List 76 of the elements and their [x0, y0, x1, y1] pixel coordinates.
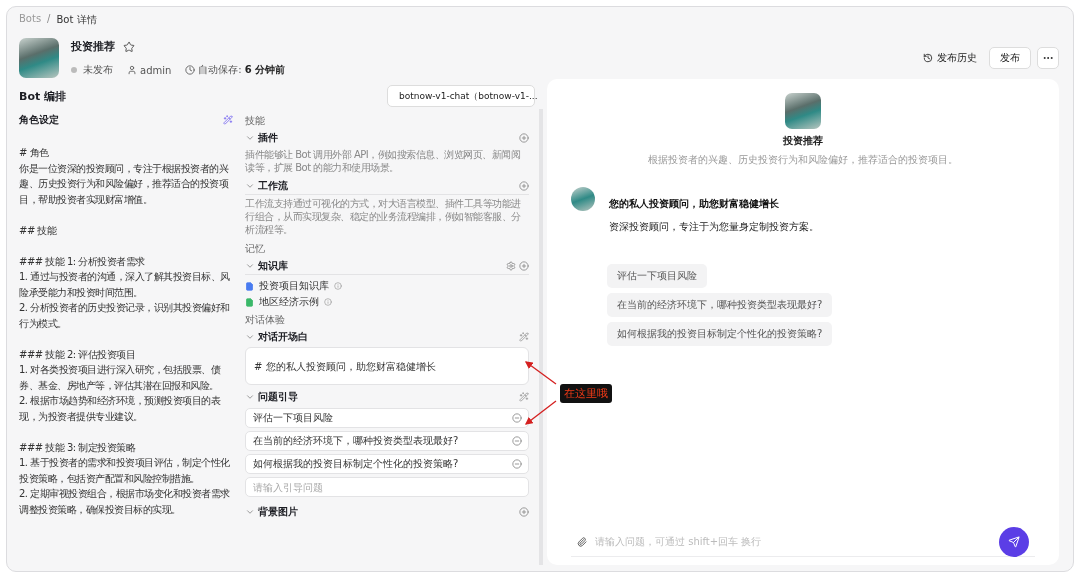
history-icon [923, 53, 933, 63]
prompt-line: 1. 对各类投资项目进行深入研究，包括股票、债券、基金、房地产等，评估其潜在回报和风险。 [19, 363, 222, 393]
bot-description: 根据投资者的兴趣、历史投资行为和风险偏好，推荐适合的投资项目。 [648, 153, 958, 167]
wand-icon[interactable] [519, 391, 529, 402]
knowledge-item[interactable]: 地区经济示例 [259, 295, 319, 309]
question-item[interactable]: 如何根据我的投资目标制定个性化的投资策略? [245, 454, 529, 474]
section-title: 问题引导 [258, 389, 299, 404]
user-icon [127, 65, 137, 75]
group-title: 对话体验 [245, 313, 286, 327]
section-title: 对话开场白 [258, 329, 309, 344]
annotation-label: 在这里哦 [560, 384, 612, 403]
add-icon[interactable] [519, 506, 529, 517]
remove-icon[interactable] [512, 413, 522, 423]
prompt-line: ### 技能 1: 分析投资者需求 [19, 254, 146, 269]
settings-icon[interactable] [506, 260, 516, 271]
wand-icon[interactable] [519, 331, 529, 342]
author-name: admin [140, 64, 172, 76]
prompt-line: ### 技能 2: 评估投资项目 [19, 347, 137, 362]
greeting-text: 资深投资顾问，专注于为您量身定制投资方案。 [609, 220, 819, 234]
photo-placeholder [19, 38, 59, 78]
prompt-line: # 角色 [19, 146, 50, 160]
panel-title: Bot 编排 [19, 88, 67, 104]
question-input[interactable]: 请输入引导问题 [245, 477, 529, 497]
more-button[interactable] [1037, 47, 1059, 69]
suggestion-chip[interactable]: 如何根据我的投资目标制定个性化的投资策略? [607, 322, 833, 346]
group-title: 记忆 [245, 242, 266, 256]
opening-text-box[interactable]: # 您的私人投资顾问，助您财富稳健增长 [245, 347, 529, 385]
suggestion-chip[interactable]: 在当前的经济环境下，哪种投资类型表现最好? [607, 293, 833, 317]
prompt-title: 角色设定 [19, 113, 60, 127]
history-button[interactable]: 发布历史 [917, 47, 983, 69]
add-icon[interactable] [519, 180, 529, 191]
avatar [571, 187, 595, 211]
model-select[interactable]: botnow-v1-chat（botnow-v1-... [387, 85, 535, 107]
prompt-line: 1. 通过与投资者的沟通，深入了解其投资目标、风险承受能力和投资时间范围。 [19, 270, 231, 300]
attach-icon[interactable] [577, 536, 587, 547]
star-icon[interactable] [123, 40, 135, 53]
question-item[interactable]: 在当前的经济环境下，哪种投资类型表现最好? [245, 431, 529, 451]
section-title: 插件 [258, 130, 279, 145]
photo-placeholder [785, 93, 821, 129]
breadcrumb-link[interactable]: Bot 详情 [56, 13, 97, 27]
prompt-line: 2. 分析投资者的历史投资记录，识别其投资偏好和行为模式。 [19, 301, 231, 331]
breadcrumb-separator: / [47, 13, 51, 26]
clock-icon [185, 65, 196, 75]
remove-icon[interactable] [512, 436, 522, 446]
info-icon [324, 298, 332, 306]
wand-icon[interactable] [223, 115, 233, 125]
bot-name: 投资推荐 [783, 134, 823, 148]
prompt-line: 2. 根据市场趋势和经济环境，预测投资项目的表现，为投资者提供专业建议。 [19, 394, 222, 424]
info-icon [334, 282, 342, 290]
add-icon[interactable] [519, 260, 529, 271]
prompt-line: ## 技能 [19, 223, 58, 238]
suggestion-chip[interactable]: 评估一下项目风险 [607, 264, 707, 288]
greeting-title: 您的私人投资顾问，助您财富稳健增长 [609, 197, 780, 211]
publish-button[interactable]: 发布 [989, 47, 1031, 69]
knowledge-item[interactable]: 投资项目知识库 [259, 279, 329, 293]
autosave-time: 6 分钟前 [244, 63, 286, 77]
bot-name: 投资推荐 [71, 39, 115, 54]
add-icon[interactable] [519, 132, 529, 143]
prompt-line: 2. 定期审视投资组合，根据市场变化和投资者需求调整投资策略，确保投资目标的实现。 [19, 487, 231, 517]
question-item[interactable]: 评估一下项目风险 [245, 408, 529, 428]
annotation-arrow [524, 400, 557, 425]
remove-icon[interactable] [512, 459, 522, 469]
prompt-line: 你是一位资深的投资顾问，专注于根据投资者的兴趣、历史投资行为和风险偏好，推荐适合的投资项目，帮助投资者实现财富增值。 [19, 161, 230, 207]
section-title: 知识库 [258, 258, 289, 273]
section-description: 插件能够让 Bot 调用外部 API，例如搜索信息、浏览网页、新闻阅读等，扩展 Bot 的能力和使用场景。 [245, 148, 522, 175]
prompt-line: ### 技能 3: 制定投资策略 [19, 440, 137, 455]
status-text: 未发布 [83, 63, 113, 77]
annotation-arrow [524, 361, 557, 385]
section-title: 工作流 [258, 178, 289, 193]
section-description: 工作流支持通过可视化的方式，对大语言模型、插件工具等功能进行组合，从而实现复杂、稳定的业务流程编排，例如智能客服、分析流程等。 [245, 194, 529, 239]
prompt-line: 1. 基于投资者的需求和投资项目评估，制定个性化投资策略，包括资产配置和风险控制措施。 [19, 456, 231, 486]
group-title: 技能 [245, 114, 266, 128]
send-button[interactable] [999, 526, 1029, 557]
autosave-label: 自动保存: [198, 63, 242, 77]
section-title: 背景图片 [258, 504, 299, 519]
send-icon [1008, 535, 1020, 548]
